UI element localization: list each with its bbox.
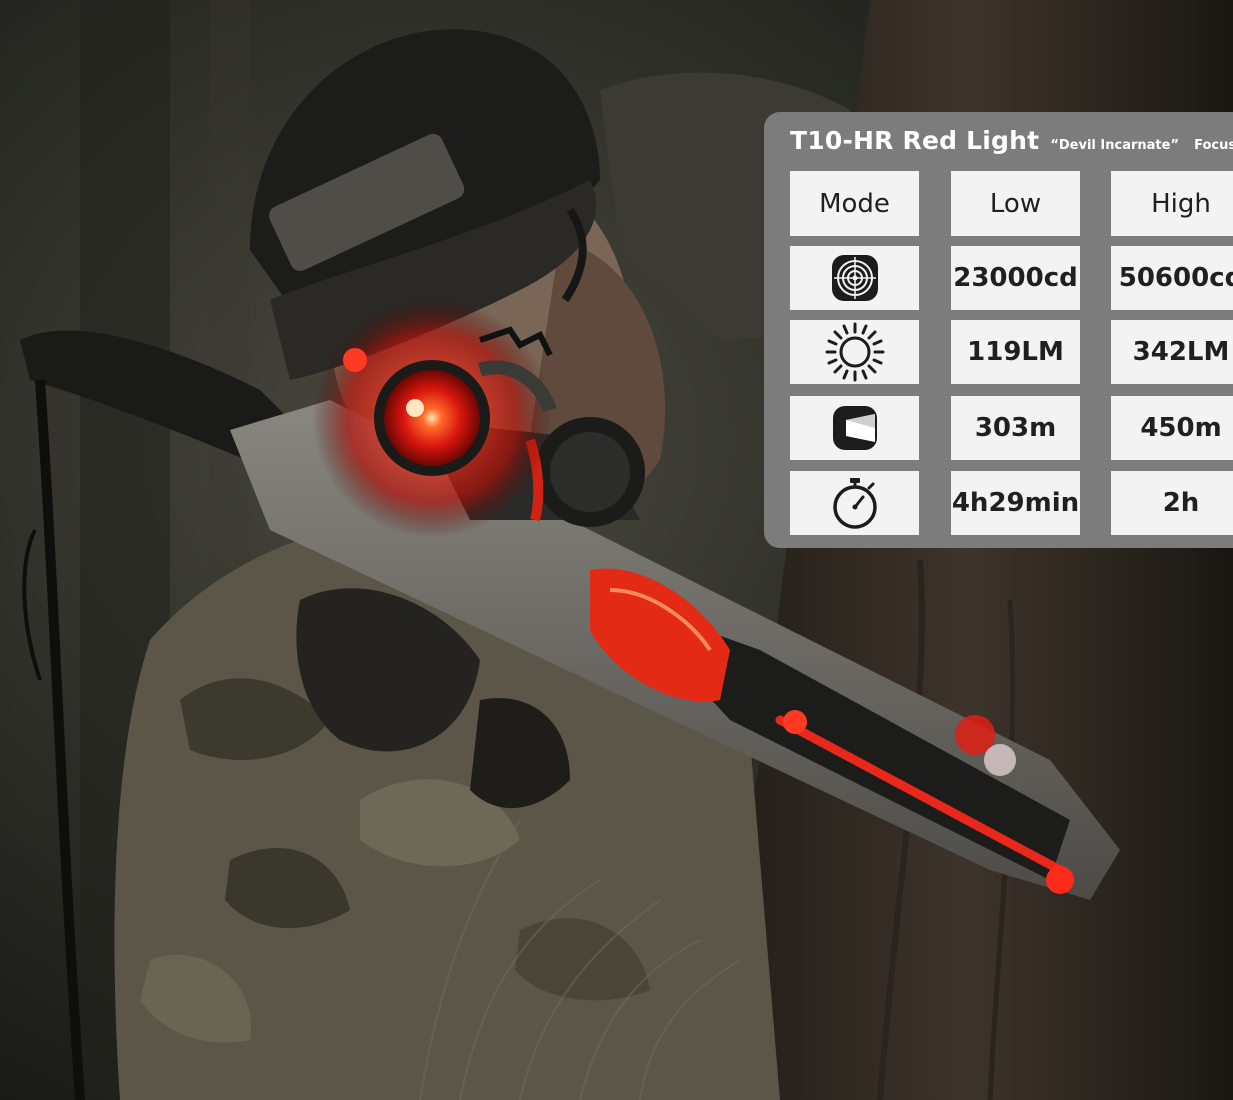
header-high: High <box>1111 171 1233 236</box>
row-lumens-high: 342LM <box>1111 320 1233 384</box>
stopwatch-icon <box>832 478 877 529</box>
row-runtime-icon-cell <box>790 471 919 535</box>
row-distance-high: 450m <box>1111 396 1233 460</box>
panel-title: T10-HR Red Light “Devil Incarnate” Focus… <box>790 126 1233 155</box>
product-description: Focused Long T <box>1194 138 1233 153</box>
sun-icon <box>825 322 884 382</box>
row-runtime-low: 4h29min <box>951 471 1080 535</box>
row-lumens-icon-cell <box>790 320 919 384</box>
row-distance-icon-cell <box>790 396 919 460</box>
product-tagline: “Devil Incarnate” <box>1050 138 1179 153</box>
spec-panel: T10-HR Red Light “Devil Incarnate” Focus… <box>764 112 1233 548</box>
target-icon <box>831 255 878 301</box>
row-intensity-icon-cell <box>790 246 919 310</box>
row-intensity-high: 50600cd <box>1111 246 1233 310</box>
row-distance-low: 303m <box>951 396 1080 460</box>
beam-icon <box>832 406 877 450</box>
row-intensity-low: 23000cd <box>951 246 1080 310</box>
product-name: T10-HR Red Light <box>790 126 1040 155</box>
header-low: Low <box>951 171 1080 236</box>
row-lumens-low: 119LM <box>951 320 1080 384</box>
header-mode: Mode <box>790 171 919 236</box>
row-runtime-high: 2h <box>1111 471 1233 535</box>
